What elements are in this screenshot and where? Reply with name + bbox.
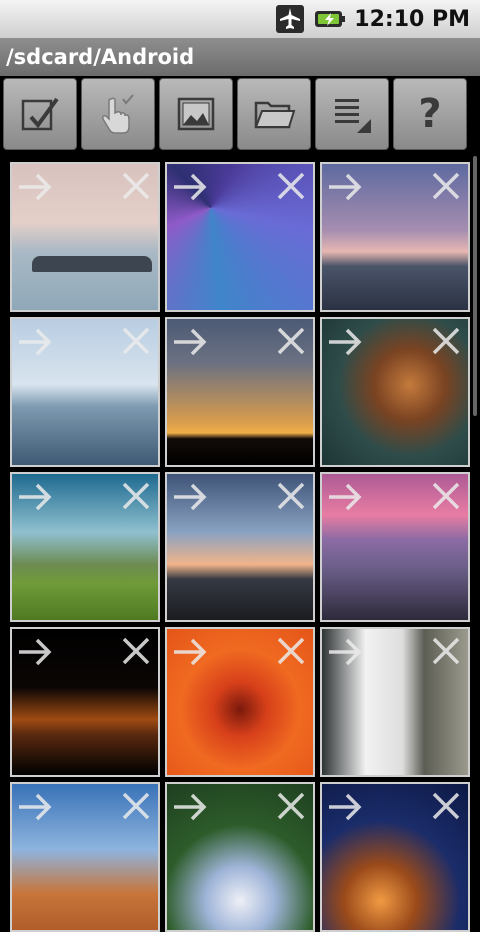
touch-select-icon: [102, 94, 134, 134]
close-icon[interactable]: [120, 170, 152, 202]
close-icon[interactable]: [430, 325, 462, 357]
arrow-right-icon[interactable]: [171, 635, 209, 669]
arrow-right-icon[interactable]: [326, 170, 364, 204]
list-menu-icon: [335, 99, 371, 133]
thumbnail-tile[interactable]: [165, 472, 315, 622]
close-icon[interactable]: [120, 635, 152, 667]
arrow-right-icon[interactable]: [16, 325, 54, 359]
arrow-right-icon[interactable]: [171, 325, 209, 359]
touch-select-button[interactable]: [81, 78, 155, 150]
close-icon[interactable]: [275, 170, 307, 202]
battery-charging-icon: [314, 4, 346, 34]
arrow-right-icon[interactable]: [326, 480, 364, 514]
thumbnail-tile[interactable]: [10, 782, 160, 932]
close-icon[interactable]: [120, 790, 152, 822]
arrow-right-icon[interactable]: [171, 170, 209, 204]
thumbnail-tile[interactable]: [165, 627, 315, 777]
arrow-right-icon[interactable]: [171, 790, 209, 824]
thumbnail-tile[interactable]: [10, 317, 160, 467]
folder-button[interactable]: [237, 78, 311, 150]
thumbnail-grid: [10, 162, 470, 932]
arrow-right-icon[interactable]: [16, 635, 54, 669]
close-icon[interactable]: [275, 325, 307, 357]
close-icon[interactable]: [120, 325, 152, 357]
close-icon[interactable]: [430, 790, 462, 822]
arrow-right-icon[interactable]: [16, 790, 54, 824]
folder-icon: [254, 101, 296, 129]
thumbnail-tile[interactable]: [165, 162, 315, 312]
arrow-right-icon[interactable]: [16, 480, 54, 514]
close-icon[interactable]: [430, 170, 462, 202]
scrollbar[interactable]: [473, 156, 477, 416]
close-icon[interactable]: [120, 480, 152, 512]
thumbnail-tile[interactable]: [320, 627, 470, 777]
thumbnail-tile[interactable]: [10, 627, 160, 777]
status-time: 12:10 PM: [354, 6, 470, 32]
arrow-right-icon[interactable]: [326, 325, 364, 359]
arrow-right-icon[interactable]: [326, 635, 364, 669]
thumbnail-tile[interactable]: [165, 782, 315, 932]
current-path: /sdcard/Android: [6, 45, 195, 69]
help-button[interactable]: ?: [393, 78, 467, 150]
thumbnail-tile[interactable]: [320, 782, 470, 932]
help-icon: ?: [418, 91, 442, 137]
close-icon[interactable]: [430, 635, 462, 667]
close-icon[interactable]: [275, 790, 307, 822]
list-menu-button[interactable]: [315, 78, 389, 150]
picture-button[interactable]: [159, 78, 233, 150]
close-icon[interactable]: [430, 480, 462, 512]
arrow-right-icon[interactable]: [16, 170, 54, 204]
arrow-right-icon[interactable]: [171, 480, 209, 514]
thumbnail-tile[interactable]: [10, 162, 160, 312]
thumbnail-tile[interactable]: [320, 162, 470, 312]
toolbar: ?: [0, 76, 480, 154]
select-button[interactable]: [3, 78, 77, 150]
select-checkbox-icon: [21, 97, 59, 131]
thumbnail-tile[interactable]: [10, 472, 160, 622]
path-bar: /sdcard/Android: [0, 38, 480, 76]
airplane-mode-icon: [274, 4, 306, 34]
close-icon[interactable]: [275, 480, 307, 512]
thumbnail-tile[interactable]: [165, 317, 315, 467]
thumbnail-tile[interactable]: [320, 317, 470, 467]
status-bar: 12:10 PM: [0, 0, 480, 38]
arrow-right-icon[interactable]: [326, 790, 364, 824]
picture-icon: [177, 97, 215, 131]
thumbnail-tile[interactable]: [320, 472, 470, 622]
close-icon[interactable]: [275, 635, 307, 667]
